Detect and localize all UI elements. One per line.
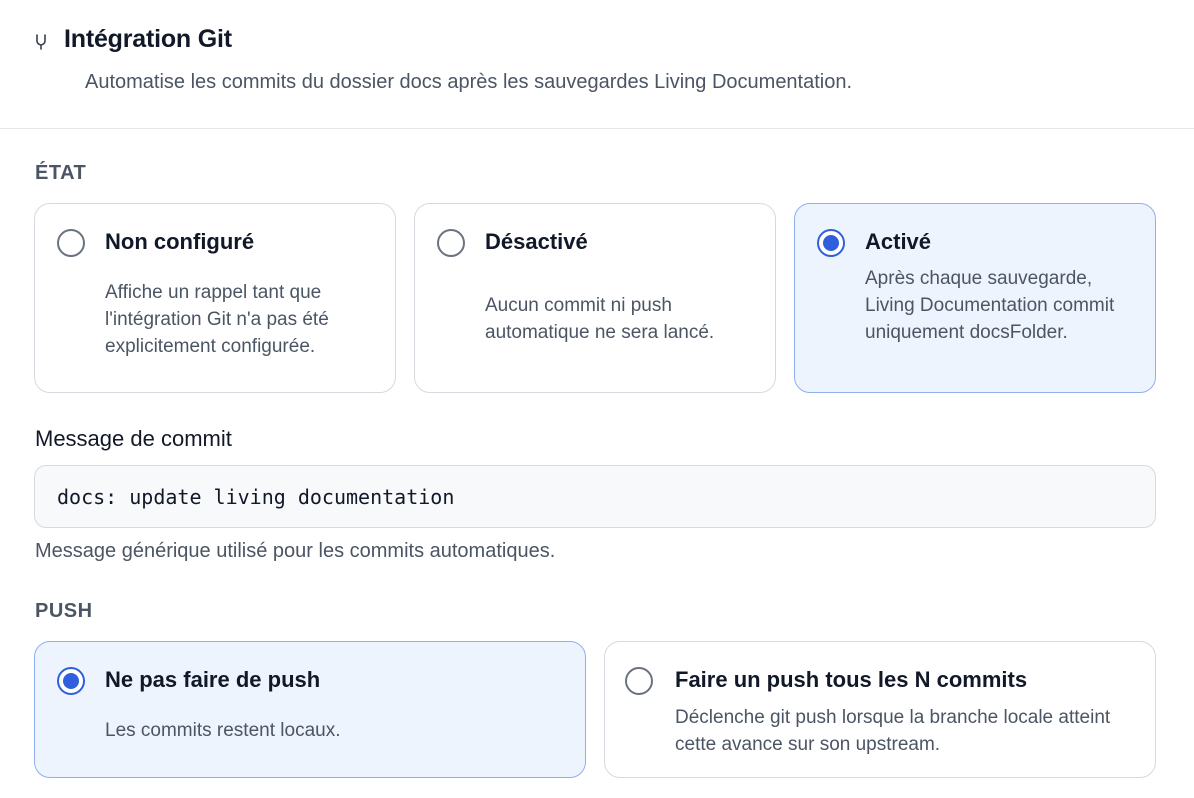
state-option-not-configured[interactable]: Non configuré Affiche un rappel tant que…: [34, 203, 396, 393]
push-option-every-n-commits[interactable]: Faire un push tous les N commits Déclenc…: [604, 641, 1156, 778]
push-option-title: Faire un push tous les N commits: [675, 667, 1028, 692]
commit-message-help: Message générique utilisé pour les commi…: [35, 540, 556, 562]
state-section-label: ÉTAT: [35, 162, 87, 184]
radio-disabled[interactable]: [437, 229, 465, 257]
commit-message-input[interactable]: [34, 465, 1156, 528]
radio-every-n-commits[interactable]: [625, 667, 653, 695]
state-option-title: Désactivé: [485, 229, 588, 254]
state-option-description: Aucun commit ni push automatique ne sera…: [485, 295, 715, 343]
page-title: Intégration Git: [64, 25, 232, 53]
push-option-description: Les commits restent locaux.: [105, 720, 341, 741]
state-option-enabled[interactable]: Activé Après chaque sauvegarde, Living D…: [794, 203, 1156, 393]
page-subtitle: Automatise les commits du dossier docs a…: [85, 71, 853, 93]
commit-message-label: Message de commit: [35, 426, 232, 451]
radio-not-configured[interactable]: [57, 229, 85, 257]
git-branch-icon: [36, 34, 46, 50]
state-option-title: Non configuré: [105, 229, 255, 254]
state-option-title: Activé: [865, 229, 932, 254]
push-option-no-push[interactable]: Ne pas faire de push Les commits restent…: [34, 641, 586, 778]
state-option-description: Après chaque sauvegarde, Living Document…: [865, 268, 1115, 343]
push-option-description: Déclenche git push lorsque la branche lo…: [675, 707, 1111, 755]
radio-enabled[interactable]: [817, 229, 845, 257]
section-header: Intégration Git Automatise les commits d…: [0, 0, 1194, 129]
state-option-description: Affiche un rappel tant que l'intégration…: [105, 282, 329, 357]
radio-no-push[interactable]: [57, 667, 85, 695]
push-section-label: PUSH: [35, 600, 93, 622]
state-option-disabled[interactable]: Désactivé Aucun commit ni push automatiq…: [414, 203, 776, 393]
push-option-title: Ne pas faire de push: [105, 667, 321, 692]
